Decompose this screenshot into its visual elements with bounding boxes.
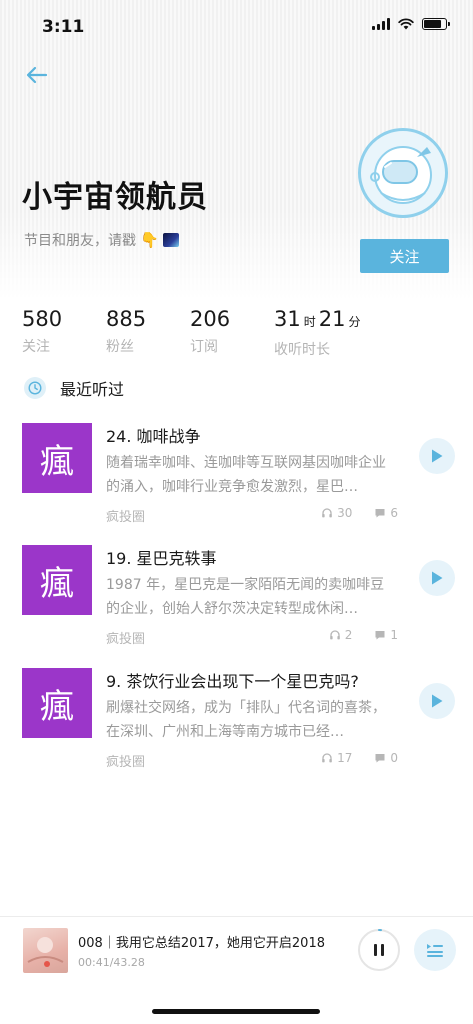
listen-minutes: 21: [318, 307, 346, 331]
stat-subscriptions-value: 206: [190, 307, 231, 331]
stat-following[interactable]: 580 关注: [22, 306, 106, 359]
episode-podcast-name[interactable]: 疯投圈: [106, 628, 145, 647]
stat-followers-value: 885: [106, 307, 147, 331]
episode-item[interactable]: 瘋 9. 茶饮行业会出现下一个星巴克吗? 刷爆社交网络，成为「排队」代名词的喜茶…: [22, 668, 458, 776]
play-button[interactable]: [419, 438, 455, 474]
episode-item[interactable]: 瘋 19. 星巴克轶事 1987 年，星巴克是一家陌陌无闻的卖咖啡豆的企业，创始…: [22, 545, 458, 653]
episode-cover: 瘋: [22, 545, 92, 615]
headphones-icon: [329, 630, 340, 640]
playlist-button[interactable]: [414, 929, 456, 971]
episode-listen-count: 17: [337, 751, 353, 765]
stats-row: 580 关注 885 粉丝 206 订阅 31 时 21 分 收听时长: [22, 306, 364, 359]
stat-following-value: 580: [22, 307, 63, 331]
battery-icon: [422, 18, 450, 30]
follow-button[interactable]: 关注: [360, 239, 449, 273]
galaxy-image-icon: [162, 233, 179, 247]
stat-followers[interactable]: 885 粉丝: [106, 306, 190, 359]
profile-bio: 节目和朋友，请戳 👇: [24, 230, 179, 250]
episode-item[interactable]: 瘋 24. 咖啡战争 随着瑞幸咖啡、连咖啡等互联网基因咖啡企业的涌入，咖啡行业竞…: [22, 423, 458, 531]
play-button[interactable]: [419, 560, 455, 596]
stat-subscriptions-label: 订阅: [190, 339, 218, 355]
episode-podcast-name[interactable]: 疯投圈: [106, 751, 145, 770]
episode-comment-count: 1: [390, 628, 398, 642]
episode-description: 1987 年，星巴克是一家陌陌无闻的卖咖啡豆的企业，创始人舒尔茨决定转型成休闲…: [106, 577, 385, 617]
signal-icon: [372, 18, 390, 30]
stat-following-label: 关注: [22, 339, 50, 355]
playlist-icon: [427, 944, 443, 957]
recent-title: 最近听过: [60, 380, 125, 399]
episode-meta: 2 1: [329, 628, 398, 642]
episode-comment-count: 6: [390, 506, 398, 520]
wifi-icon: [398, 18, 414, 30]
comment-icon: [375, 509, 385, 518]
stat-listen-time-label: 收听时长: [274, 342, 330, 358]
pause-button[interactable]: [358, 929, 400, 971]
recent-section-header: 最近听过: [24, 376, 124, 400]
play-icon: [432, 449, 443, 463]
status-icons: [372, 18, 450, 30]
comment-icon: [375, 631, 385, 640]
play-icon: [432, 694, 443, 708]
episode-description: 刷爆社交网络，成为「排队」代名词的喜茶，在深圳、广州和上海等南方城市已经…: [106, 700, 386, 740]
stat-listen-time: 31 时 21 分 收听时长: [274, 306, 364, 359]
status-time: 3:11: [42, 17, 85, 37]
mini-player[interactable]: 008｜我用它总结2017，她用它开启2018 00:41/43.28: [0, 916, 473, 986]
player-cover[interactable]: [23, 928, 68, 973]
player-episode-title: 008｜我用它总结2017，她用它开启2018: [78, 936, 325, 951]
episode-listen-count: 2: [344, 628, 353, 642]
episode-comment-count: 0: [390, 751, 398, 765]
stat-listen-time-value: 31 时 21 分: [274, 306, 364, 335]
episode-cover: 瘋: [22, 423, 92, 493]
listen-hours: 31: [274, 307, 301, 331]
avatar[interactable]: [358, 128, 448, 218]
play-icon: [432, 571, 443, 585]
stat-followers-label: 粉丝: [106, 339, 134, 355]
profile-bio-text: 节目和朋友，请戳: [24, 233, 136, 249]
listen-hours-unit: 时: [303, 315, 316, 329]
listen-minutes-unit: 分: [348, 315, 361, 329]
episode-title: 24. 咖啡战争: [106, 427, 201, 446]
episode-description: 随着瑞幸咖啡、连咖啡等互联网基因咖啡企业的涌入，咖啡行业竞争愈发激烈，星巴…: [106, 455, 386, 495]
clock-icon: [24, 377, 46, 399]
headphones-icon: [322, 508, 332, 518]
episode-meta: 17 0: [321, 751, 398, 765]
comment-icon: [375, 754, 385, 763]
episode-listen-count: 30: [337, 506, 353, 520]
pointing-down-icon: 👇: [140, 231, 159, 249]
episode-meta: 30 6: [321, 506, 398, 520]
cover-art-icon: [27, 937, 64, 967]
progress-ring: [358, 929, 400, 971]
episode-title: 9. 茶饮行业会出现下一个星巴克吗?: [106, 672, 359, 691]
back-arrow-icon[interactable]: [24, 62, 50, 88]
episode-title: 19. 星巴克轶事: [106, 549, 217, 568]
profile-name: 小宇宙领航员: [22, 180, 208, 215]
player-time: 00:41/43.28: [78, 956, 145, 969]
play-button[interactable]: [419, 683, 455, 719]
home-indicator[interactable]: [152, 1009, 320, 1014]
episode-cover: 瘋: [22, 668, 92, 738]
astronaut-icon: [370, 146, 432, 204]
headphones-icon: [322, 753, 332, 763]
episode-podcast-name[interactable]: 疯投圈: [106, 506, 145, 525]
stat-subscriptions[interactable]: 206 订阅: [190, 306, 274, 359]
